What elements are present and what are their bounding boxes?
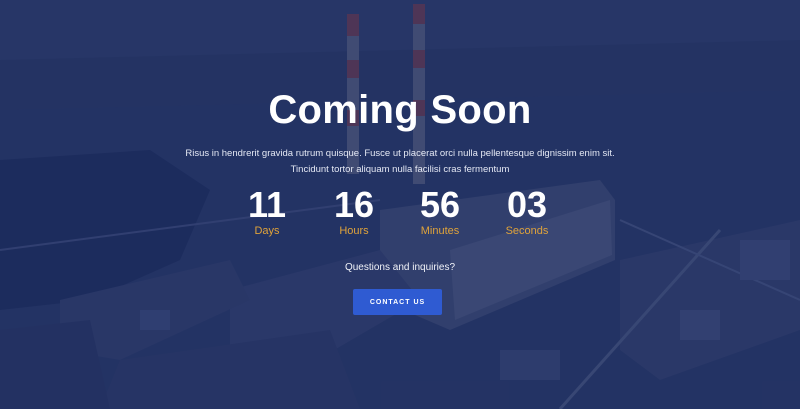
countdown-days: 11 Days <box>225 186 309 238</box>
page-title: Coming Soon <box>268 88 532 132</box>
inquiry-text: Questions and inquiries? <box>344 262 456 273</box>
contact-us-button[interactable]: CONTACT US <box>353 289 442 315</box>
countdown-minutes: 56 Minutes <box>398 186 482 238</box>
countdown-hours-value: 16 <box>333 184 375 225</box>
countdown-hours: 16 Hours <box>312 186 396 238</box>
coming-soon-page: Coming Soon Risus in hendrerit gravida r… <box>0 0 800 409</box>
countdown-seconds-label: Seconds <box>505 225 549 237</box>
hero-content: Coming Soon Risus in hendrerit gravida r… <box>0 0 800 409</box>
countdown-timer: 11 Days 16 Hours 56 Minutes 03 Seconds <box>225 186 575 238</box>
countdown-minutes-value: 56 <box>419 184 461 225</box>
countdown-seconds-value: 03 <box>506 184 548 225</box>
countdown-minutes-label: Minutes <box>420 225 460 237</box>
countdown-seconds: 03 Seconds <box>485 186 569 238</box>
page-description: Risus in hendrerit gravida rutrum quisqu… <box>185 148 615 175</box>
countdown-hours-label: Hours <box>339 225 369 237</box>
countdown-days-value: 11 <box>247 184 287 225</box>
countdown-days-label: Days <box>254 225 280 237</box>
